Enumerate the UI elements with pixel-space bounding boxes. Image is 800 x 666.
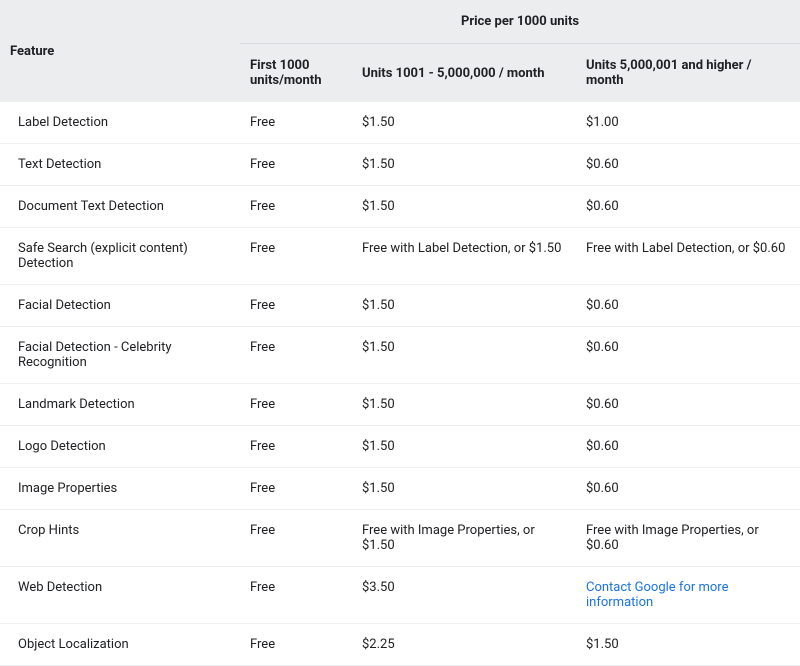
cell-tier2: $1.50 bbox=[352, 144, 576, 186]
cell-tier3: Free with Label Detection, or $0.60 bbox=[576, 228, 800, 285]
pricing-table: Feature Price per 1000 units First 1000 … bbox=[0, 0, 800, 666]
cell-tier2: Free with Image Properties, or $1.50 bbox=[352, 510, 576, 567]
cell-feature: Label Detection bbox=[0, 102, 240, 144]
cell-tier2: $1.50 bbox=[352, 426, 576, 468]
cell-tier1: Free bbox=[240, 144, 352, 186]
cell-tier3: Free with Image Properties, or $0.60 bbox=[576, 510, 800, 567]
cell-tier1: Free bbox=[240, 510, 352, 567]
column-header-tier1: First 1000 units/month bbox=[240, 44, 352, 103]
cell-feature: Text Detection bbox=[0, 144, 240, 186]
table-row: Label DetectionFree$1.50$1.00 bbox=[0, 102, 800, 144]
cell-tier2: $1.50 bbox=[352, 285, 576, 327]
cell-tier3: $0.60 bbox=[576, 468, 800, 510]
column-header-tier3: Units 5,000,001 and higher / month bbox=[576, 44, 800, 103]
cell-tier3: $0.60 bbox=[576, 384, 800, 426]
table-row: Safe Search (explicit content) Detection… bbox=[0, 228, 800, 285]
cell-tier2: $1.50 bbox=[352, 186, 576, 228]
cell-feature: Object Localization bbox=[0, 624, 240, 666]
cell-tier3: Contact Google for more information bbox=[576, 567, 800, 624]
column-header-feature: Feature bbox=[0, 0, 240, 102]
table-row: Text DetectionFree$1.50$0.60 bbox=[0, 144, 800, 186]
cell-feature: Image Properties bbox=[0, 468, 240, 510]
cell-tier1: Free bbox=[240, 285, 352, 327]
cell-feature: Safe Search (explicit content) Detection bbox=[0, 228, 240, 285]
cell-tier1: Free bbox=[240, 228, 352, 285]
table-row: Facial Detection - Celebrity Recognition… bbox=[0, 327, 800, 384]
cell-tier3: $0.60 bbox=[576, 426, 800, 468]
table-row: Object LocalizationFree$2.25$1.50 bbox=[0, 624, 800, 666]
table-row: Document Text DetectionFree$1.50$0.60 bbox=[0, 186, 800, 228]
cell-tier3: $0.60 bbox=[576, 144, 800, 186]
cell-tier2: $1.50 bbox=[352, 327, 576, 384]
cell-tier3: $0.60 bbox=[576, 285, 800, 327]
cell-tier1: Free bbox=[240, 624, 352, 666]
table-row: Crop HintsFreeFree with Image Properties… bbox=[0, 510, 800, 567]
cell-tier1: Free bbox=[240, 384, 352, 426]
table-row: Logo DetectionFree$1.50$0.60 bbox=[0, 426, 800, 468]
table-row: Web DetectionFree$3.50 Contact Google for… bbox=[0, 567, 800, 624]
cell-tier1: Free bbox=[240, 186, 352, 228]
cell-feature: Document Text Detection bbox=[0, 186, 240, 228]
cell-tier3: $1.00 bbox=[576, 102, 800, 144]
cell-feature: Crop Hints bbox=[0, 510, 240, 567]
cell-tier2: $1.50 bbox=[352, 384, 576, 426]
cell-tier1: Free bbox=[240, 426, 352, 468]
cell-tier2: $1.50 bbox=[352, 102, 576, 144]
cell-tier2: Free with Label Detection, or $1.50 bbox=[352, 228, 576, 285]
cell-tier3: $0.60 bbox=[576, 186, 800, 228]
column-header-tier2: Units 1001 - 5,000,000 / month bbox=[352, 44, 576, 103]
table-row: Landmark DetectionFree$1.50$0.60 bbox=[0, 384, 800, 426]
cell-feature: Facial Detection - Celebrity Recognition bbox=[0, 327, 240, 384]
cell-feature: Logo Detection bbox=[0, 426, 240, 468]
cell-tier1: Free bbox=[240, 567, 352, 624]
cell-tier2: $1.50 bbox=[352, 468, 576, 510]
table-row: Facial DetectionFree$1.50$0.60 bbox=[0, 285, 800, 327]
cell-tier3: $0.60 bbox=[576, 327, 800, 384]
cell-feature: Landmark Detection bbox=[0, 384, 240, 426]
cell-tier3: $1.50 bbox=[576, 624, 800, 666]
contact-link[interactable]: Contact Google for more information bbox=[586, 580, 728, 610]
cell-feature: Web Detection bbox=[0, 567, 240, 624]
cell-tier1: Free bbox=[240, 327, 352, 384]
cell-tier1: Free bbox=[240, 102, 352, 144]
cell-feature: Facial Detection bbox=[0, 285, 240, 327]
cell-tier2: $3.50 bbox=[352, 567, 576, 624]
table-row: Image PropertiesFree$1.50$0.60 bbox=[0, 468, 800, 510]
cell-tier2: $2.25 bbox=[352, 624, 576, 666]
cell-tier1: Free bbox=[240, 468, 352, 510]
column-group-price: Price per 1000 units bbox=[240, 0, 800, 44]
